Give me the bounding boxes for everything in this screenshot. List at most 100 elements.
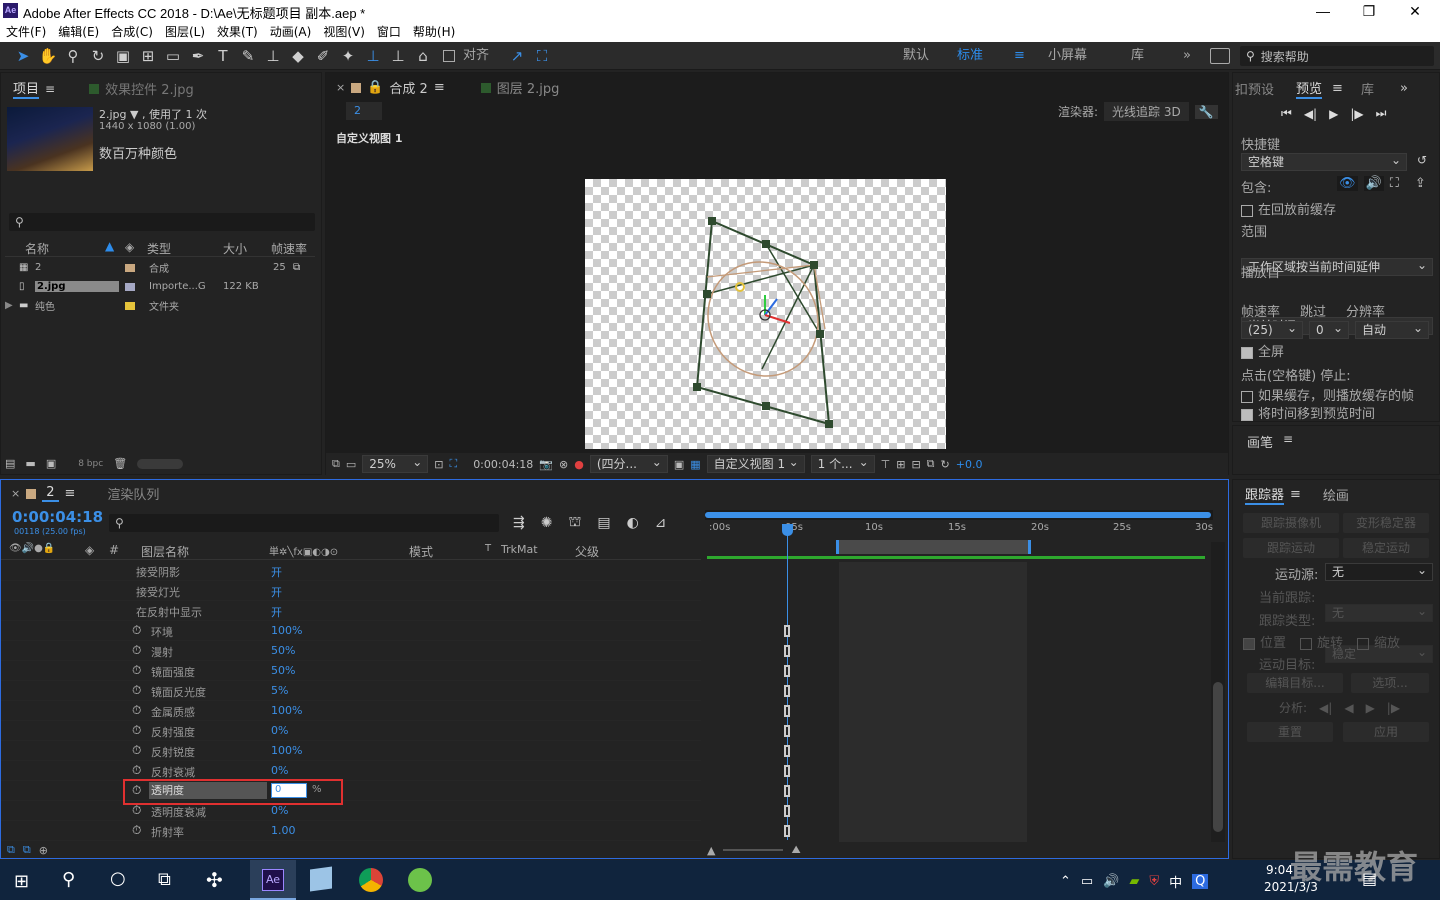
layer-switches-toggle-icon[interactable]: ⧉ xyxy=(7,843,15,857)
tray-chevron-icon[interactable]: ⌃ xyxy=(1060,874,1071,889)
menu-animation[interactable]: 动画(A) xyxy=(264,22,318,42)
video-eye-icon[interactable]: 👁 xyxy=(1337,176,1358,191)
col-fps[interactable]: 帧速率 xyxy=(271,240,307,257)
tab-brush[interactable]: 画笔 xyxy=(1247,432,1273,451)
track-camera-button[interactable]: 跟踪摄像机 xyxy=(1243,513,1339,533)
monitor-icon[interactable]: ▭ xyxy=(346,458,356,471)
exposure-value[interactable]: +0.0 xyxy=(956,458,983,471)
comp-mini-flowchart-icon[interactable]: ⇶ xyxy=(513,515,525,531)
property-value[interactable]: 50% xyxy=(271,644,295,657)
in-out-toggle-icon[interactable]: ⊕ xyxy=(39,844,48,857)
cortana-icon[interactable]: ○ xyxy=(110,868,126,889)
frame-rate-select[interactable]: (25) xyxy=(1241,320,1303,339)
timeline-scrollbar[interactable] xyxy=(1211,542,1225,842)
property-row[interactable]: ⏱ 镜面反光度 5% xyxy=(1,681,701,701)
fast-previews-icon[interactable]: ▣ xyxy=(674,458,684,471)
cache-before-checkbox[interactable] xyxy=(1241,204,1253,217)
stopwatch-icon[interactable]: ⏱ xyxy=(132,723,141,738)
help-search-input[interactable]: ⚲ 搜索帮助 xyxy=(1240,46,1434,66)
property-row[interactable]: ⏱ 透明度衰减 0% xyxy=(1,801,701,821)
scale-checkbox[interactable] xyxy=(1357,637,1370,650)
keyframe-marker[interactable] xyxy=(784,685,790,697)
after-effects-taskbar-icon[interactable]: Ae xyxy=(250,860,296,900)
move-time-checkbox[interactable] xyxy=(1241,408,1253,421)
property-row[interactable]: ⏱ 镜面强度 50% xyxy=(1,661,701,681)
timeline-search-input[interactable]: ⚲ xyxy=(109,514,499,532)
keyframe-marker[interactable] xyxy=(784,625,790,637)
roto-brush-tool-icon[interactable]: ✐ xyxy=(312,45,334,67)
eraser-tool-icon[interactable]: ◆ xyxy=(287,45,309,67)
volume-icon[interactable]: 🔊 xyxy=(1103,874,1119,889)
col-t[interactable]: T xyxy=(485,543,491,554)
audio-speaker-icon[interactable]: 🔊 xyxy=(1363,176,1384,191)
view-layout-select[interactable]: 1 个... xyxy=(810,454,875,473)
next-frame-icon[interactable]: |▶ xyxy=(1350,107,1363,121)
clone-stamp-tool-icon[interactable]: ⊥ xyxy=(262,45,284,67)
current-track-select[interactable]: 无 xyxy=(1325,603,1433,622)
project-search-input[interactable]: ⚲ xyxy=(9,213,315,231)
reset-exposure-icon[interactable]: ⊞ xyxy=(896,458,905,471)
tab-layer[interactable]: 图层 2.jpg xyxy=(497,78,560,97)
keyframe-marker[interactable] xyxy=(784,705,790,717)
trash-icon[interactable]: 🗑 xyxy=(113,457,127,470)
property-row[interactable]: ⏱ 环境 100% xyxy=(1,621,701,641)
stopwatch-icon[interactable]: ⏱ xyxy=(132,803,141,818)
previous-frame-icon[interactable]: ◀| xyxy=(1304,107,1317,121)
new-composition-icon[interactable]: ▣ xyxy=(46,457,56,470)
property-value[interactable]: 0% xyxy=(271,764,288,777)
keyframe-marker[interactable] xyxy=(784,745,790,757)
task-view-icon[interactable]: ⧉ xyxy=(158,869,171,890)
transfer-controls-icon[interactable]: ⧉ xyxy=(23,843,31,857)
workspace-default[interactable]: 默认 xyxy=(903,42,929,70)
snapping-checkbox[interactable] xyxy=(443,49,455,62)
list-item[interactable]: ▶ ▬ 纯色 文件夹 xyxy=(5,296,305,315)
workspace-small-screen[interactable]: 小屏幕 xyxy=(1048,42,1087,70)
frame-blending-icon[interactable]: ▤ xyxy=(597,515,610,531)
notepad-app-icon[interactable] xyxy=(310,866,332,892)
property-value[interactable]: 1.00 xyxy=(271,824,296,837)
exposure-icon[interactable]: ↻ xyxy=(941,458,950,471)
chrome-icon[interactable] xyxy=(359,868,383,892)
region-of-interest-icon[interactable]: ⊡ xyxy=(434,458,443,471)
property-row[interactable]: ⏱ 反射强度 0% xyxy=(1,721,701,741)
keyframe-marker[interactable] xyxy=(784,665,790,677)
analyze-forward-icon[interactable]: ▶ xyxy=(1366,701,1375,715)
property-value[interactable]: 100% xyxy=(271,704,302,717)
rotation-option[interactable]: 旋转 xyxy=(1300,632,1343,651)
close-tab-icon[interactable]: × xyxy=(336,81,345,94)
expand-arrow-icon[interactable]: ▶ xyxy=(5,300,19,311)
windows-start-icon[interactable]: ⊞ xyxy=(14,871,29,892)
col-layer-name[interactable]: 图层名称 xyxy=(141,543,189,560)
comp-navigator-chip[interactable]: 2 xyxy=(346,102,382,120)
snapshot-icon[interactable]: 📷 xyxy=(539,458,553,471)
tab-render-queue[interactable]: 渲染队列 xyxy=(107,484,159,503)
draft-3d-icon[interactable]: ✺ xyxy=(541,515,553,531)
panel-menu-icon[interactable]: ≡ xyxy=(1290,487,1301,502)
wrench-icon[interactable]: 🔧 xyxy=(1194,104,1218,119)
pen-tool-icon[interactable]: ✒ xyxy=(187,45,209,67)
stopwatch-icon[interactable]: ⏱ xyxy=(132,743,141,758)
move-time-option[interactable]: 将时间移到预览时间 xyxy=(1241,403,1375,422)
stopwatch-icon[interactable]: ⏱ xyxy=(132,823,141,838)
list-item[interactable]: ▯ 2.jpg Importe...G 122 KB xyxy=(5,277,305,296)
last-frame-icon[interactable]: ⏭ xyxy=(1376,106,1387,121)
position-checkbox[interactable] xyxy=(1243,637,1255,650)
network-icon[interactable]: ▭ xyxy=(1081,874,1093,889)
tab-project[interactable]: 项目 xyxy=(13,78,40,99)
rotate-tool-icon[interactable]: ↻ xyxy=(87,45,109,67)
col-type[interactable]: 类型 xyxy=(147,240,171,257)
qq-icon[interactable]: Q xyxy=(1192,874,1209,889)
analyze-backward-icon[interactable]: ◀ xyxy=(1344,701,1353,715)
watermelon-app-icon[interactable] xyxy=(408,868,432,892)
property-row[interactable]: ⏱ 反射衰减 0% xyxy=(1,761,701,781)
stopwatch-icon[interactable]: ⏱ xyxy=(132,703,141,718)
menu-window[interactable]: 窗口 xyxy=(371,22,407,42)
fullscreen-option[interactable]: 全屏 xyxy=(1241,341,1284,360)
resolution-select[interactable]: 自动 xyxy=(1355,320,1429,339)
tab-composition[interactable]: 合成 2 xyxy=(389,78,427,97)
view-axis-icon[interactable]: ⌂ xyxy=(412,45,434,67)
property-row[interactable]: 在反射中显示 开 xyxy=(1,601,701,621)
property-row[interactable]: ⏱ 折射率 1.00 xyxy=(1,821,701,841)
col-name[interactable]: 名称 xyxy=(25,240,49,257)
type-tool-icon[interactable]: T xyxy=(212,45,234,67)
